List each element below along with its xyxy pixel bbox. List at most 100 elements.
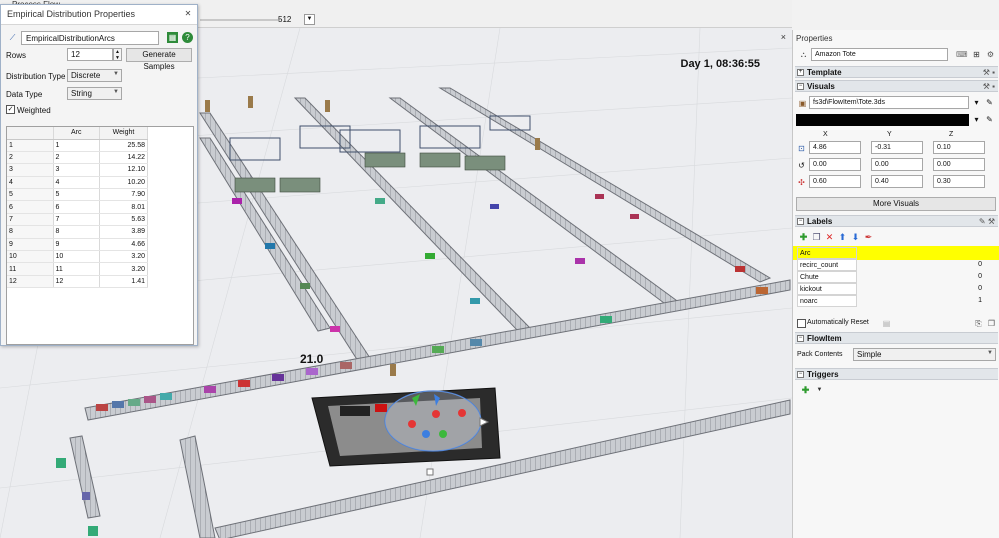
object-name-input[interactable]: Amazon Tote bbox=[811, 48, 948, 61]
table-row[interactable]: 10 10 3.20 bbox=[7, 250, 148, 264]
distribution-type-select[interactable]: Discrete ▼ bbox=[67, 69, 122, 82]
weight-cell[interactable]: 25.58 bbox=[99, 139, 148, 152]
help-icon[interactable]: ? bbox=[182, 32, 193, 43]
row-header[interactable]: 2 bbox=[7, 151, 54, 165]
size-y-input[interactable]: 0.40 bbox=[871, 175, 923, 188]
weight-cell[interactable]: 3.89 bbox=[99, 225, 148, 239]
chevron-down-icon[interactable]: ▼ bbox=[304, 14, 315, 25]
row-header[interactable]: 8 bbox=[7, 225, 54, 239]
collapse-icon[interactable]: − bbox=[797, 335, 804, 342]
weight-cell[interactable]: 7.90 bbox=[99, 188, 148, 202]
section-flowitem[interactable]: − FlowItem bbox=[795, 332, 998, 344]
arc-cell[interactable]: 11 bbox=[53, 262, 100, 276]
rows-input[interactable]: 12 bbox=[67, 48, 113, 61]
distribution-name-input[interactable]: EmpiricalDistributionArcs bbox=[21, 31, 159, 45]
arc-cell[interactable]: 5 bbox=[53, 188, 100, 202]
pin-icon[interactable]: ✒ bbox=[864, 233, 873, 242]
label-value[interactable]: 0 bbox=[978, 283, 982, 295]
weight-cell[interactable]: 14.22 bbox=[99, 151, 148, 165]
position-x-input[interactable]: 4.86 bbox=[809, 141, 861, 154]
label-name[interactable]: Chute bbox=[797, 271, 857, 283]
arc-cell[interactable]: 3 bbox=[53, 163, 100, 177]
arc-cell[interactable]: 4 bbox=[53, 176, 100, 190]
label-row[interactable]: Arc bbox=[796, 247, 986, 259]
edit-icon[interactable]: ⌨ bbox=[956, 49, 968, 60]
position-z-input[interactable]: 0.10 bbox=[933, 141, 985, 154]
collapse-icon[interactable]: − bbox=[797, 83, 804, 90]
row-header[interactable]: 11 bbox=[7, 262, 54, 276]
eyedropper-icon[interactable]: ✎ bbox=[984, 97, 995, 108]
weight-cell[interactable]: 10.20 bbox=[99, 176, 148, 190]
rotation-x-input[interactable]: 0.00 bbox=[809, 158, 861, 171]
table-row[interactable]: 11 11 3.20 bbox=[7, 262, 148, 276]
section-tools-icon[interactable]: ⚒ ▪ bbox=[983, 67, 995, 78]
arc-cell[interactable]: 8 bbox=[53, 225, 100, 239]
table-row[interactable]: 5 5 7.90 bbox=[7, 188, 148, 202]
table-row[interactable]: 2 2 14.22 bbox=[7, 151, 148, 165]
section-labels[interactable]: − Labels ✎ ⚒ bbox=[795, 215, 998, 227]
section-tools-icon[interactable]: ✎ ⚒ bbox=[979, 216, 995, 227]
weighted-checkbox[interactable]: ✓ bbox=[6, 105, 15, 114]
label-name[interactable]: recirc_count bbox=[797, 259, 857, 271]
weight-cell[interactable]: 8.01 bbox=[99, 200, 148, 214]
label-name[interactable]: Arc bbox=[797, 247, 857, 259]
label-value[interactable]: 0 bbox=[978, 259, 982, 271]
label-name[interactable]: kickout bbox=[797, 283, 857, 295]
arc-cell[interactable]: 6 bbox=[53, 200, 100, 214]
table-row[interactable]: 6 6 8.01 bbox=[7, 200, 148, 214]
label-row[interactable]: kickout 0 bbox=[796, 283, 986, 295]
label-row[interactable]: noarc 1 bbox=[796, 295, 986, 307]
section-template[interactable]: + Template ⚒ ▪ bbox=[795, 66, 998, 78]
section-triggers[interactable]: − Triggers bbox=[795, 368, 998, 380]
table-row[interactable]: 12 12 1.41 bbox=[7, 275, 148, 289]
table-row[interactable]: 7 7 5.63 bbox=[7, 213, 148, 227]
label-row[interactable]: Chute 0 bbox=[796, 271, 986, 283]
add-label-icon[interactable]: ✚ bbox=[799, 233, 808, 242]
shape-file-input[interactable]: fs3d\FlowItem\Tote.3ds bbox=[809, 96, 969, 109]
arc-cell[interactable]: 9 bbox=[53, 238, 100, 252]
run-speed-slider[interactable] bbox=[200, 19, 280, 21]
excel-icon[interactable]: ▦ bbox=[167, 32, 178, 43]
section-tools-icon[interactable]: ⚒ ▪ bbox=[983, 81, 995, 92]
table-row[interactable]: 9 9 4.66 bbox=[7, 238, 148, 252]
table-row[interactable]: 3 3 12.10 bbox=[7, 163, 148, 177]
weight-cell[interactable]: 5.63 bbox=[99, 213, 148, 227]
move-up-icon[interactable]: ⬆ bbox=[838, 233, 847, 242]
row-header[interactable]: 10 bbox=[7, 250, 54, 264]
eyedropper-icon[interactable]: ✎ bbox=[984, 114, 995, 125]
row-header[interactable]: 7 bbox=[7, 213, 54, 227]
row-header[interactable]: 4 bbox=[7, 176, 54, 190]
weight-cell[interactable]: 12.10 bbox=[99, 163, 148, 177]
paste-icon[interactable]: ⎘ bbox=[973, 318, 984, 329]
close-icon[interactable]: × bbox=[781, 32, 786, 42]
column-header-weight[interactable]: Weight bbox=[99, 127, 148, 140]
weight-cell[interactable]: 4.66 bbox=[99, 238, 148, 252]
weight-cell[interactable]: 3.20 bbox=[99, 250, 148, 264]
label-row[interactable]: recirc_count 0 bbox=[796, 259, 986, 271]
delete-label-icon[interactable]: ✕ bbox=[825, 233, 834, 242]
weight-cell[interactable]: 3.20 bbox=[99, 262, 148, 276]
label-value[interactable]: 1 bbox=[978, 295, 982, 307]
table-row[interactable]: 8 8 3.89 bbox=[7, 225, 148, 239]
size-x-input[interactable]: 0.60 bbox=[809, 175, 861, 188]
generate-samples-button[interactable]: Generate Samples bbox=[126, 48, 192, 71]
more-visuals-button[interactable]: More Visuals bbox=[796, 197, 996, 211]
data-type-select[interactable]: String ▼ bbox=[67, 87, 122, 100]
add-trigger-icon[interactable]: ✚ bbox=[801, 386, 810, 395]
arc-cell[interactable]: 1 bbox=[53, 139, 100, 152]
settings-icon[interactable]: ⚙ bbox=[985, 49, 996, 60]
chevron-down-icon[interactable]: ▾ bbox=[971, 97, 982, 108]
rows-spinner[interactable]: ▲ ▼ bbox=[113, 48, 122, 61]
arc-cell[interactable]: 10 bbox=[53, 250, 100, 264]
row-header[interactable]: 6 bbox=[7, 200, 54, 214]
dialog-title-bar[interactable]: Empirical Distribution Properties ✕ bbox=[1, 5, 197, 25]
chevron-down-icon[interactable]: ▼ bbox=[815, 386, 824, 395]
size-z-input[interactable]: 0.30 bbox=[933, 175, 985, 188]
row-header[interactable]: 1 bbox=[7, 139, 54, 152]
rotation-y-input[interactable]: 0.00 bbox=[871, 158, 923, 171]
color-swatch[interactable] bbox=[796, 114, 969, 126]
row-header[interactable]: 12 bbox=[7, 275, 54, 289]
row-header[interactable]: 5 bbox=[7, 188, 54, 202]
close-icon[interactable]: ✕ bbox=[183, 9, 193, 19]
move-down-icon[interactable]: ⬇ bbox=[851, 233, 860, 242]
